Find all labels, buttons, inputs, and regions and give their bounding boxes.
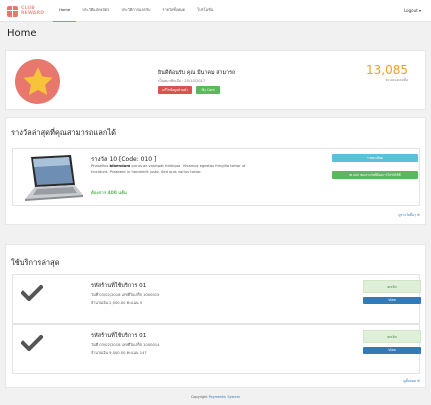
check-icon	[21, 335, 43, 351]
service-title: รหัสร้านที่ใช้บริการ 01	[91, 283, 147, 289]
services-title: ใช้บริการล่าสุด	[11, 258, 60, 267]
reward-title: รางวัล 10 [Code: 010 ]	[91, 156, 157, 163]
reward-desc-pre: Phasellus	[91, 164, 110, 168]
rewards-title: รางวัลล่าสุดที่คุณสามารถแลกได้	[11, 128, 117, 137]
brand-logo[interactable]: CLUB REWARD	[7, 4, 44, 18]
check-icon	[21, 285, 43, 301]
service-amount-points: จำนวนเงิน 9,500.00 คะแนน 147	[91, 351, 147, 355]
view-button[interactable]: View	[363, 347, 421, 354]
brand-line2: REWARD	[21, 11, 45, 16]
service-item: รหัสร้านที่ใช้บริการ 01 วันที่ 03/02/201…	[12, 274, 421, 324]
rewards-panel: รางวัลล่าสุดที่คุณสามารถแลกได้ รางวัล 10…	[5, 117, 426, 225]
service-item: รหัสร้านที่ใช้บริการ 01 วันที่ 03/02/201…	[12, 324, 421, 374]
service-date-receipt: วันที่ 03/02/2018 เลขที่ใบเสร็จ 1000014	[91, 343, 160, 347]
main-nav: Home ประวัติแสดงบัตร ประวัติการแลกรับ รา…	[53, 0, 219, 22]
more-rewards-link[interactable]: ดูรางวัลอื่นๆ ⊕	[398, 213, 420, 218]
reward-card: รางวัล 10 [Code: 010 ] Phasellus bibendu…	[12, 148, 420, 206]
edit-profile-button[interactable]: แก้ไขข้อมูลส่วนตัว	[158, 86, 192, 94]
logout-button[interactable]: Logout ▾	[404, 0, 421, 22]
welcome-name: ยินดีต้อนรับ คุณ มีนาคม สามารถ	[158, 70, 236, 76]
service-amount-points: จำนวนเงิน 2,500.00 คะแนน 5	[91, 301, 143, 305]
view-button[interactable]: View	[363, 297, 421, 304]
footer-text: Copyright	[190, 395, 209, 399]
avatar	[15, 59, 60, 104]
top-navbar: CLUB REWARD Home ประวัติแสดงบัตร ประวัติ…	[0, 0, 431, 22]
gift-icon	[7, 5, 18, 17]
points-label: คะแนนคงเหลือ	[385, 78, 408, 82]
reward-description: Phasellus bibendum purus ac volutpat tri…	[91, 164, 261, 175]
star-icon	[22, 66, 53, 95]
redeem-button[interactable]: ⊞ แลก ของรางวัลที่ต้องการไปรับได้ที่	[332, 171, 418, 179]
laptop-image	[25, 155, 83, 201]
nav-item-card-history[interactable]: ประวัติแสดงบัตร	[76, 0, 115, 22]
service-title: รหัสร้านที่ใช้บริการ 01	[91, 333, 147, 339]
more-services-link[interactable]: ดูทั้งหมด ⊕	[403, 379, 420, 384]
service-date-receipt: วันที่ 03/02/2018 เลขที่ใบเสร็จ 1000015	[91, 293, 160, 297]
reward-detail-button[interactable]: รายละเอียด	[332, 154, 418, 162]
reward-desc-bold: bibendum	[109, 164, 131, 168]
nav-item-redeem-history[interactable]: ประวัติการแลกรับ	[115, 0, 156, 22]
nav-item-all-rewards[interactable]: รายวัลทั้งหมด	[156, 0, 191, 22]
points-value: 13,085	[366, 63, 408, 77]
member-since: เป็นสมาชิกเมื่อ : 25/10/2017	[158, 79, 206, 83]
nav-item-promotions[interactable]: โปรโมชั่น	[191, 0, 219, 22]
footer-link[interactable]: Paymentic System	[209, 395, 240, 399]
reward-points-needed: ต้องการ 400 แต้ม	[91, 191, 127, 196]
brand-text: CLUB REWARD	[21, 6, 44, 16]
nav-item-home[interactable]: Home	[53, 0, 77, 22]
services-panel: ใช้บริการล่าสุด รหัสร้านที่ใช้บริการ 01 …	[5, 244, 426, 388]
profile-panel: ยินดีต้อนรับ คุณ มีนาคม สามารถ เป็นสมาชิ…	[5, 50, 426, 110]
my-card-button[interactable]: My Card	[196, 86, 220, 94]
service-status-badge: ยกเลิก	[363, 330, 421, 343]
footer: Copyright Paymentic System	[0, 395, 431, 399]
service-status-badge: ยกเลิก	[363, 280, 421, 293]
page-title: Home	[7, 28, 37, 39]
